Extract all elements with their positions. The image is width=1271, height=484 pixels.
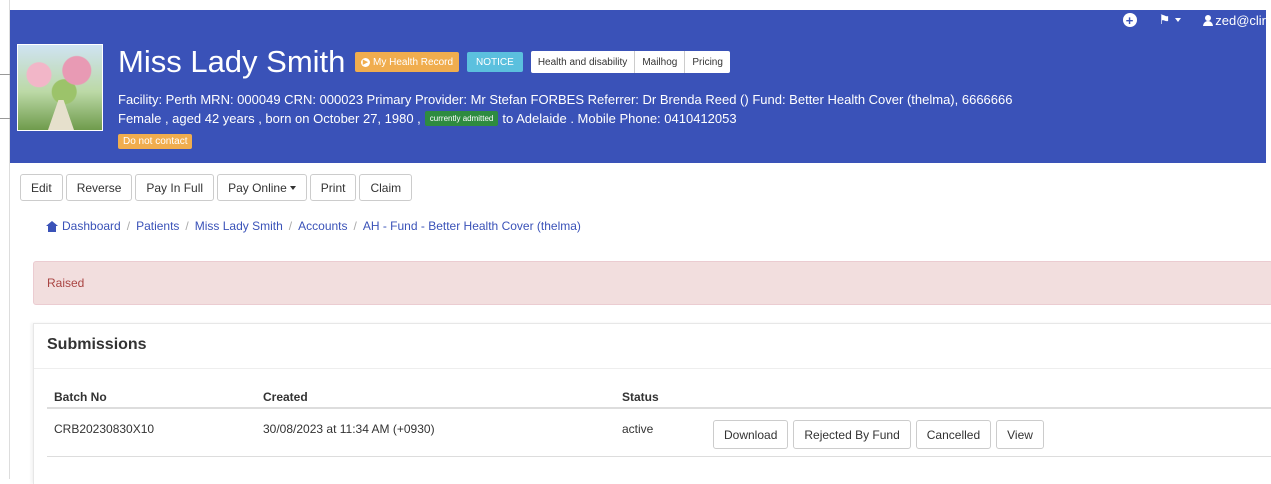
mailhog-button[interactable]: Mailhog bbox=[635, 51, 686, 73]
patient-photo bbox=[17, 44, 103, 131]
account-actions: Edit Reverse Pay In Full Pay Online Prin… bbox=[20, 174, 413, 201]
health-and-disability-button[interactable]: Health and disability bbox=[531, 51, 636, 73]
rejected-by-fund-button[interactable]: Rejected By Fund bbox=[793, 420, 911, 449]
admitted-badge: currently admitted bbox=[424, 111, 499, 126]
pay-in-full-button[interactable]: Pay In Full bbox=[135, 174, 215, 201]
created-cell: 30/08/2023 at 11:34 AM (+0930) bbox=[263, 422, 435, 436]
pricing-button[interactable]: Pricing bbox=[685, 51, 730, 73]
breadcrumb-account[interactable]: AH - Fund - Better Health Cover (thelma) bbox=[363, 219, 581, 233]
top-nav: + ⚑ zed@clir bbox=[1122, 10, 1266, 30]
left-tick bbox=[0, 118, 10, 119]
breadcrumb-dashboard[interactable]: Dashboard bbox=[62, 219, 121, 233]
pay-online-label: Pay Online bbox=[228, 180, 287, 195]
patient-link-group: Health and disability Mailhog Pricing bbox=[530, 51, 730, 73]
home-icon bbox=[46, 220, 58, 232]
pay-online-dropdown[interactable]: Pay Online bbox=[217, 174, 307, 201]
user-icon bbox=[1203, 14, 1214, 26]
patient-location-phone: to Adelaide . Mobile Phone: 0410412053 bbox=[502, 111, 737, 126]
cancelled-button[interactable]: Cancelled bbox=[915, 420, 992, 449]
status-alert: Raised bbox=[33, 261, 1271, 305]
my-health-record-label: My Health Record bbox=[373, 56, 454, 68]
notice-button[interactable]: NOTICE bbox=[467, 52, 523, 72]
add-icon[interactable]: + bbox=[1122, 13, 1137, 27]
claim-button[interactable]: Claim bbox=[359, 174, 413, 201]
download-button[interactable]: Download bbox=[713, 420, 789, 449]
print-button[interactable]: Print bbox=[309, 174, 357, 201]
column-header-status: Status bbox=[622, 390, 659, 404]
left-tick bbox=[0, 74, 10, 75]
patient-demographics: Female , aged 42 years , born on October… bbox=[118, 111, 421, 126]
flag-icon: ⚑ bbox=[1158, 12, 1171, 27]
view-button[interactable]: View bbox=[996, 420, 1044, 449]
reverse-button[interactable]: Reverse bbox=[65, 174, 133, 201]
panel-title: Submissions bbox=[47, 336, 147, 353]
patient-header: + ⚑ zed@clir Miss Lady Smith ▶ My Health… bbox=[10, 10, 1266, 163]
user-menu[interactable]: zed@clir bbox=[1203, 13, 1266, 28]
do-not-contact-badge: Do not contact bbox=[118, 134, 193, 149]
chevron-down-icon bbox=[289, 185, 296, 190]
breadcrumb: Dashboard / Patients / Miss Lady Smith /… bbox=[46, 219, 581, 233]
patient-info-line-1: Facility: Perth MRN: 000049 CRN: 000023 … bbox=[118, 92, 1013, 107]
patient-name: Miss Lady Smith bbox=[118, 44, 346, 79]
breadcrumb-accounts[interactable]: Accounts bbox=[298, 219, 347, 233]
edit-button[interactable]: Edit bbox=[20, 174, 63, 201]
breadcrumb-patients[interactable]: Patients bbox=[136, 219, 179, 233]
my-health-record-button[interactable]: ▶ My Health Record bbox=[355, 52, 460, 72]
status-cell: active bbox=[622, 422, 654, 436]
flag-menu[interactable]: ⚑ bbox=[1159, 12, 1182, 28]
breadcrumb-patient[interactable]: Miss Lady Smith bbox=[195, 219, 283, 233]
batch-no-cell: CRB20230830X10 bbox=[54, 422, 155, 436]
patient-badges: ▶ My Health Record NOTICE Health and dis… bbox=[355, 51, 730, 73]
column-header-created: Created bbox=[263, 390, 308, 404]
arrow-circle-icon: ▶ bbox=[361, 57, 370, 67]
row-actions: Download Rejected By Fund Cancelled View bbox=[713, 420, 1044, 449]
chevron-down-icon bbox=[1175, 18, 1182, 22]
patient-info-line-2: Female , aged 42 years , born on October… bbox=[118, 111, 737, 126]
submissions-panel: Submissions Batch No Created Status CRB2… bbox=[33, 323, 1271, 484]
column-header-batch-no: Batch No bbox=[54, 390, 107, 404]
user-email: zed@clir bbox=[1215, 12, 1266, 28]
